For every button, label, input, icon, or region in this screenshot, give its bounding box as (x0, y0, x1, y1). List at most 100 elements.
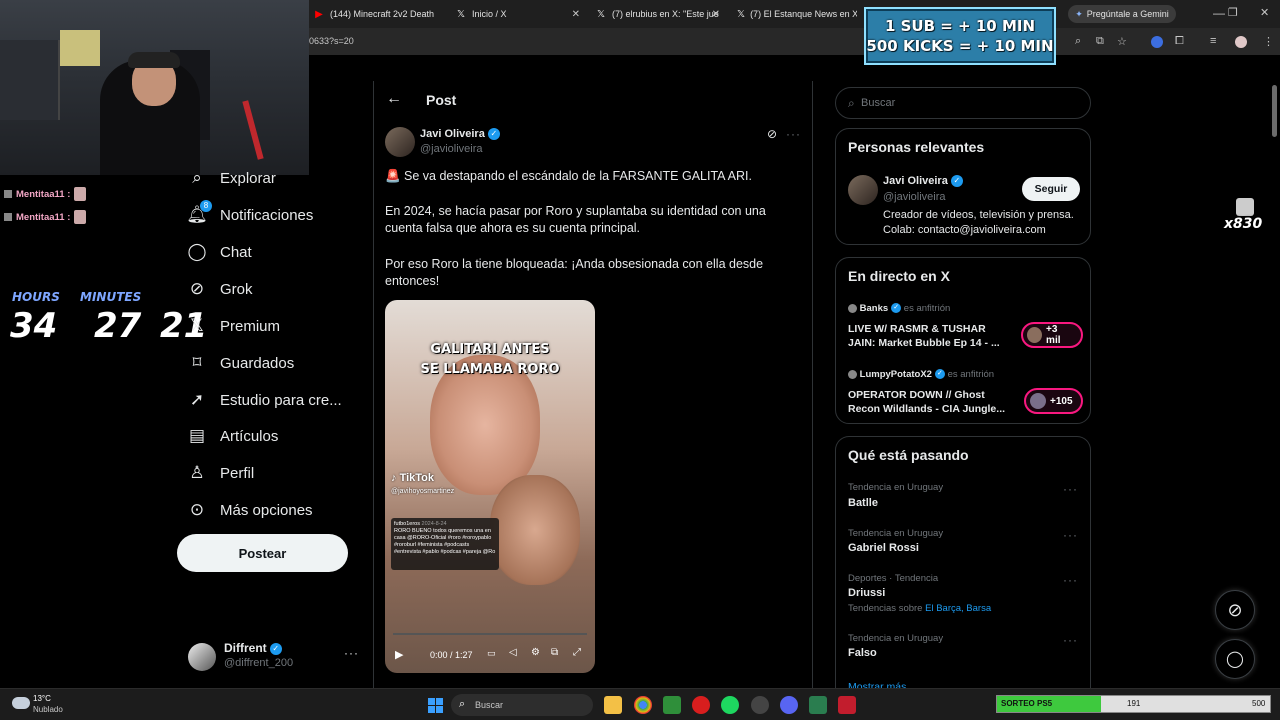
search-placeholder: Buscar (861, 97, 896, 109)
taskbar-search[interactable]: ⌕ Buscar (451, 694, 593, 716)
nav-item-notificaciones[interactable]: 🔔︎ 8 Notificaciones (186, 200, 313, 230)
opera-icon[interactable] (692, 696, 710, 714)
file-explorer-icon[interactable] (604, 696, 622, 714)
extension-icon[interactable] (1151, 36, 1163, 48)
more-dots-icon[interactable]: ··· (344, 646, 359, 660)
nav-item-guardados[interactable]: ⌑ Guardados (186, 348, 295, 378)
account-switcher[interactable]: Diffrent ✓ @diffrent_200 ··· (186, 640, 362, 676)
nav-label: Guardados (220, 354, 295, 372)
author-handle[interactable]: @javioliveira (420, 143, 483, 155)
verified-badge-icon: ✓ (487, 128, 500, 141)
nav-item-grok[interactable]: ⊘ Grok (186, 274, 253, 304)
tiktok-label: TikTok (399, 472, 434, 484)
discord-icon[interactable] (780, 696, 798, 714)
windows-start-icon[interactable] (426, 696, 444, 714)
browser-tab[interactable]: 𝕏 (7) El Estanque News en X (737, 4, 857, 24)
close-icon[interactable]: ✕ (712, 9, 720, 20)
screenshot-icon[interactable]: ⧉ (1096, 35, 1104, 48)
browser-tab[interactable]: 𝕏 (7) elrubius en X: "Este jue ✕ (595, 4, 720, 24)
browser-tab[interactable]: ▶ (144) Minecraft 2v2 Death (313, 4, 448, 24)
zoom-icon[interactable]: ⌕ (1075, 35, 1081, 48)
account-name-row: Diffrent ✓ (224, 641, 282, 655)
host-avatar (848, 369, 857, 379)
trend-item[interactable]: Tendencia en Uruguay Batlle ··· (836, 479, 1090, 523)
scrollbar-thumb[interactable] (1272, 85, 1277, 137)
streaming-app-icon[interactable] (838, 696, 856, 714)
nav-item-explorar[interactable]: ⌕ Explorar (186, 163, 276, 193)
nav-item-articulos[interactable]: ▤ Artículos (186, 421, 278, 451)
stream-promo-banner: 1 SUB = + 10 MIN 500 KICKS = + 10 MIN (864, 7, 1056, 65)
live-title-line-1: OPERATOR DOWN // Ghost (848, 389, 985, 401)
play-icon[interactable]: ▶ (395, 648, 403, 661)
trend-item[interactable]: Tendencia en Uruguay Falso ··· (836, 631, 1090, 675)
chrome-icon[interactable] (634, 696, 652, 714)
relevant-name-row[interactable]: Javi Oliveira ✓ (883, 175, 963, 188)
person-icon: ♙ (189, 463, 205, 482)
live-listener-chip[interactable]: +3 mil (1021, 322, 1083, 348)
more-dots-icon[interactable]: ··· (1063, 573, 1078, 587)
host-name: LumpyPotatoX2 (859, 369, 932, 380)
trend-item[interactable]: Tendencia en Uruguay Gabriel Rossi ··· (836, 525, 1090, 569)
gemini-icon: ✦ (1075, 8, 1083, 19)
pip-icon[interactable]: ⧉ (551, 647, 558, 658)
author-avatar[interactable] (385, 127, 415, 157)
live-item[interactable]: LumpyPotatoX2 ✓ es anfitrión OPERATOR DOW… (848, 368, 1083, 420)
menu-lines-icon[interactable]: ≡ (1210, 35, 1216, 47)
restore-icon[interactable]: ❐ (1228, 6, 1238, 19)
close-window-icon[interactable]: ✕ (1260, 6, 1269, 19)
messages-float-button[interactable]: ◯ (1215, 639, 1255, 679)
more-dots-icon[interactable]: ··· (786, 127, 801, 141)
nav-item-perfil[interactable]: ♙ Perfil (186, 458, 254, 488)
grok-float-button[interactable]: ⊘ (1215, 590, 1255, 630)
more-dots-icon[interactable]: ··· (1063, 633, 1078, 647)
live-listener-chip[interactable]: +105 (1024, 388, 1083, 414)
back-arrow-icon[interactable]: ← (386, 90, 402, 108)
weather-desc[interactable]: Nublado (33, 705, 63, 714)
follow-button[interactable]: Seguir (1022, 177, 1080, 201)
video-player[interactable]: GALITARI ANTES SE LLAMABA RORO ♪ TikTok … (385, 300, 595, 673)
grok-icon: ⊘ (189, 279, 205, 298)
more-dots-icon[interactable]: ··· (1063, 528, 1078, 542)
author-name-row[interactable]: Javi Oliveira ✓ (420, 128, 500, 141)
recording-app-icon[interactable] (751, 696, 769, 714)
x-logo-icon: 𝕏 (596, 8, 606, 20)
minimize-icon[interactable]: — (1213, 6, 1225, 20)
fullscreen-icon[interactable]: ⤢ (573, 647, 581, 658)
close-icon[interactable]: ✕ (572, 9, 580, 20)
nav-item-chat[interactable]: ◯ Chat (186, 237, 251, 267)
app-icon[interactable] (809, 696, 827, 714)
avatar[interactable] (848, 175, 878, 205)
stream-chat-line: Mentitaa11 : (4, 209, 87, 225)
listener-count: +3 mil (1046, 324, 1061, 346)
search-icon: ⌕ (848, 96, 855, 110)
verified-badge-icon: ✓ (269, 642, 282, 655)
nav-item-mas-opciones[interactable]: ⊙ Más opciones (186, 495, 313, 525)
extensions-puzzle-icon[interactable]: ⧠ (1175, 35, 1184, 48)
grok-icon[interactable]: ⊘ (767, 127, 777, 141)
spotify-icon[interactable] (721, 696, 739, 714)
video-progress-bar[interactable] (393, 633, 587, 635)
chat-emote-icon (74, 187, 87, 201)
relevant-name: Javi Oliveira (883, 175, 948, 187)
browser-tab[interactable]: 𝕏 Inicio / X ✕ (455, 4, 580, 24)
live-item[interactable]: Banks ✓ es anfitrión LIVE W/ RASMR & TUSH… (848, 302, 1083, 354)
bookmark-star-icon[interactable]: ☆ (1117, 35, 1127, 48)
volume-icon[interactable]: ◁ (509, 647, 517, 658)
kebab-menu-icon[interactable]: ⋮ (1263, 35, 1274, 48)
search-input[interactable]: ⌕ Buscar (835, 87, 1091, 119)
nav-item-estudio[interactable]: ➚ Estudio para cre... (186, 385, 342, 415)
live-title-line-2: Recon Wildlands - CIA Jungle... (848, 403, 1006, 415)
live-title: OPERATOR DOWN // Ghost Recon Wildlands -… (848, 388, 1018, 416)
post-button[interactable]: Postear (177, 534, 348, 572)
trend-item[interactable]: Deportes · Tendencia Driussi Tendencias … (836, 571, 1090, 627)
minecraft-icon[interactable] (663, 696, 681, 714)
captions-icon[interactable]: ▭ (487, 648, 496, 659)
more-dots-icon[interactable]: ··· (1063, 482, 1078, 496)
weather-temp[interactable]: 13°C (33, 694, 51, 703)
trend-extra-links[interactable]: El Barça, Barsa (925, 603, 991, 614)
gemini-button[interactable]: ✦ Pregúntale a Gemini (1068, 5, 1176, 23)
url-text[interactable]: 0633?s=20 (309, 36, 354, 46)
nav-item-premium[interactable]: 𝕏 Premium (186, 311, 280, 341)
profile-avatar-icon[interactable] (1235, 36, 1247, 48)
settings-icon[interactable]: ⚙ (531, 647, 540, 658)
